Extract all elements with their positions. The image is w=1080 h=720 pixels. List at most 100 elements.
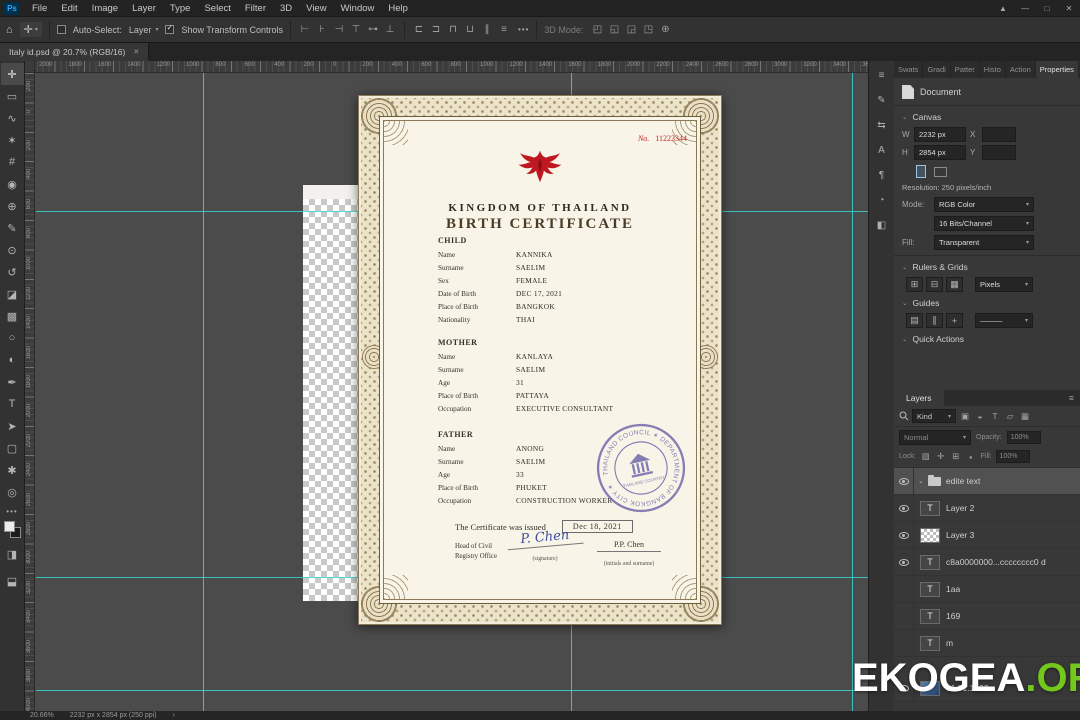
notification-icon[interactable]: ▲ bbox=[992, 0, 1014, 17]
close-icon[interactable]: ✕ bbox=[1058, 0, 1080, 17]
guide-style-select[interactable]: ——— ▾ bbox=[975, 313, 1033, 328]
distribute-horizontal-icon[interactable]: ⊐ bbox=[429, 24, 443, 35]
opacity-field[interactable]: 100% bbox=[1006, 431, 1041, 444]
guide-horizontal-3[interactable] bbox=[36, 690, 868, 691]
menu-view[interactable]: View bbox=[299, 0, 333, 17]
quick-actions-section-header[interactable]: ⌄ Quick Actions bbox=[902, 334, 1072, 344]
eraser-tool[interactable]: ◪ bbox=[1, 283, 24, 305]
filter-shape-icon[interactable]: ▱ bbox=[1004, 411, 1016, 422]
horizontal-ruler[interactable]: 2000 1800 1600 1400 1200 1000 800 600 400 200 0 200… bbox=[25, 61, 868, 73]
path-selection-tool[interactable]: ➤ bbox=[1, 415, 24, 437]
lasso-tool[interactable]: ∿ bbox=[1, 107, 24, 129]
text-layer-thumbnail[interactable]: T bbox=[920, 581, 940, 597]
guide-lock-icon[interactable]: ∥ bbox=[926, 313, 943, 328]
edit-toolbar-icon[interactable]: ••• bbox=[6, 507, 17, 516]
lock-transparency-icon[interactable]: ▨ bbox=[920, 451, 932, 462]
panel-menu-icon[interactable]: ≡ bbox=[1063, 390, 1080, 406]
menu-3d[interactable]: 3D bbox=[273, 0, 299, 17]
layer-row-169[interactable]: T 169 bbox=[894, 603, 1080, 630]
healing-brush-tool[interactable]: ⊕ bbox=[1, 195, 24, 217]
paragraph-panel-icon[interactable]: ¶ bbox=[872, 166, 892, 184]
height-field[interactable]: 2854 px bbox=[914, 145, 966, 160]
kind-filter-select[interactable]: Kind ▾ bbox=[912, 409, 956, 423]
group-expand-icon[interactable]: ⌄ bbox=[918, 477, 924, 485]
active-tool-badge[interactable]: ✛ ▾ bbox=[19, 22, 42, 37]
auto-select-target-dropdown[interactable]: Layer ▾ bbox=[129, 25, 159, 35]
character-panel-icon[interactable]: A bbox=[872, 141, 892, 159]
panel-tab-action[interactable]: Action bbox=[1006, 61, 1036, 78]
menu-layer[interactable]: Layer bbox=[125, 0, 163, 17]
align-right-icon[interactable]: ⊣ bbox=[332, 24, 346, 35]
layer-row-layer-3[interactable]: Layer 3 bbox=[894, 522, 1080, 549]
3d-drag-icon[interactable]: ◲ bbox=[624, 24, 638, 35]
distribute-center-icon[interactable]: ∥ bbox=[480, 24, 494, 35]
app-logo[interactable]: Ps bbox=[4, 1, 20, 15]
panel-tab-patter[interactable]: Patter bbox=[951, 61, 980, 78]
layer-row-edite-text[interactable]: ⌄ edite text bbox=[894, 468, 1080, 495]
vertical-ruler[interactable]: 200 0 200 400 600 800 1000 1200 1400 1600 1800 2000… bbox=[25, 73, 35, 711]
layer-row-1aa[interactable]: T 1aa bbox=[894, 576, 1080, 603]
text-layer-thumbnail[interactable]: T bbox=[920, 554, 940, 570]
home-icon[interactable]: ⌂ bbox=[6, 24, 13, 36]
layer-row-m[interactable]: Tm bbox=[894, 630, 1080, 657]
screen-mode-icon[interactable]: ⬓ bbox=[1, 570, 24, 592]
text-layer-thumbnail[interactable]: T bbox=[920, 608, 940, 624]
menu-type[interactable]: Type bbox=[163, 0, 198, 17]
document-tab[interactable]: Italy id.psd @ 20.7% (RGB/16) ✕ bbox=[0, 43, 150, 61]
filter-adjustment-icon[interactable]: ◒ bbox=[974, 411, 986, 421]
foreground-color-swatch[interactable] bbox=[3, 521, 15, 532]
maximize-icon[interactable]: □ bbox=[1036, 0, 1058, 17]
status-arrow-icon[interactable]: › bbox=[173, 712, 175, 719]
shape-tool[interactable]: ▢ bbox=[1, 437, 24, 459]
layer-visibility-toggle[interactable] bbox=[894, 549, 914, 575]
layers-tab[interactable]: Layers bbox=[894, 390, 944, 406]
3d-slide-icon[interactable]: ◳ bbox=[641, 24, 655, 35]
text-layer-thumbnail[interactable]: T bbox=[920, 635, 940, 651]
lock-all-icon[interactable]: ▪ bbox=[965, 452, 977, 462]
distribute-bottom-icon[interactable]: ⊔ bbox=[463, 24, 477, 35]
blur-tool[interactable]: ○ bbox=[1, 327, 24, 349]
menu-file[interactable]: File bbox=[25, 0, 54, 17]
birth-certificate-document[interactable]: No. 11223344 KINGDOM OF THAILAND BIRTH CE… bbox=[358, 95, 722, 625]
layer-visibility-toggle[interactable] bbox=[894, 468, 914, 494]
auto-select-checkbox[interactable] bbox=[56, 25, 66, 34]
color-mode-select[interactable]: RGB Color ▾ bbox=[934, 197, 1034, 212]
type-tool[interactable]: T bbox=[1, 393, 24, 415]
layer-visibility-toggle[interactable] bbox=[894, 630, 914, 656]
dodge-tool[interactable]: ◐ bbox=[1, 349, 24, 371]
align-top-icon[interactable]: ⊤ bbox=[349, 24, 363, 35]
panel-tab-swats[interactable]: Swats bbox=[894, 61, 924, 78]
landscape-orientation-icon[interactable] bbox=[934, 166, 947, 177]
3d-roll-icon[interactable]: ◱ bbox=[607, 24, 621, 35]
brush-settings-panel-icon[interactable]: ✎ bbox=[872, 91, 892, 109]
rulers-grids-section-header[interactable]: ⌄ Rulers & Grids bbox=[902, 262, 1072, 272]
lock-position-icon[interactable]: ✛ bbox=[935, 451, 947, 462]
quick-mask-icon[interactable]: ◨ bbox=[1, 543, 24, 565]
blend-mode-select[interactable]: Normal ▾ bbox=[899, 430, 971, 445]
show-transform-checkbox[interactable] bbox=[165, 23, 175, 34]
pen-tool[interactable]: ✒ bbox=[1, 371, 24, 393]
zoom-tool[interactable]: ◎ bbox=[1, 481, 24, 503]
guides-section-header[interactable]: ⌄ Guides bbox=[902, 298, 1072, 308]
pixel-layer-thumbnail[interactable] bbox=[920, 527, 940, 543]
layer-fill-field[interactable]: 100% bbox=[995, 450, 1030, 463]
quick-selection-tool[interactable]: ✶ bbox=[1, 129, 24, 151]
portrait-orientation-icon[interactable] bbox=[916, 165, 926, 178]
zoom-level[interactable]: 20.66% bbox=[30, 712, 54, 719]
guide-clear-icon[interactable]: + bbox=[946, 313, 963, 328]
align-bottom-icon[interactable]: ⊥ bbox=[383, 24, 397, 35]
layer-visibility-toggle[interactable] bbox=[894, 522, 914, 548]
ruler-origin-corner[interactable] bbox=[25, 61, 35, 73]
panel-tab-histo[interactable]: Histo bbox=[980, 61, 1006, 78]
align-middle-icon[interactable]: ⊶ bbox=[366, 24, 380, 35]
crop-tool[interactable]: # bbox=[1, 151, 24, 173]
units-select[interactable]: Pixels ▾ bbox=[975, 277, 1033, 292]
adjustments-panel-icon[interactable]: ≡ bbox=[872, 66, 892, 84]
menu-help[interactable]: Help bbox=[381, 0, 415, 17]
history-panel-icon[interactable]: ◔ bbox=[872, 191, 892, 209]
minimize-icon[interactable]: — bbox=[1014, 0, 1036, 17]
clone-stamp-tool[interactable]: ⊙ bbox=[1, 239, 24, 261]
color-chips[interactable] bbox=[3, 521, 21, 538]
layer-row-c8a0000000-cccccccc0-d[interactable]: Tc8a0000000...cccccccc0 d bbox=[894, 549, 1080, 576]
hand-tool[interactable]: ✱ bbox=[1, 459, 24, 481]
